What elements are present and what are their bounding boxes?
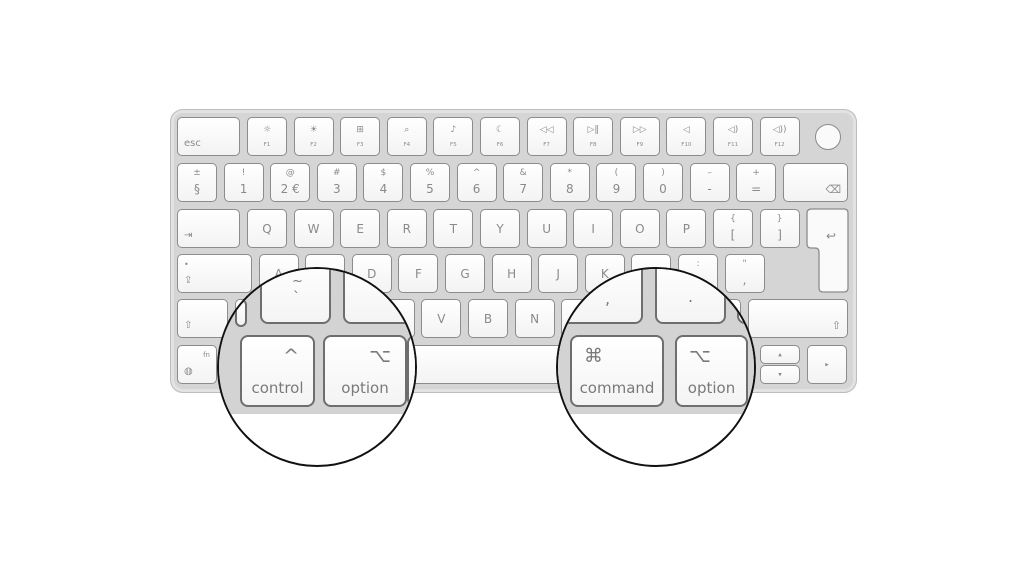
key-bottom-label: ` (293, 290, 300, 306)
magnifier-right: , . ⌘ command ⌥ option (556, 267, 756, 467)
option-label: option (341, 379, 389, 397)
control-key[interactable]: ^ control (240, 335, 315, 407)
command-key[interactable]: ⌘ command (570, 335, 664, 407)
option-label: option (687, 379, 736, 397)
return-icon: ↩ (826, 229, 837, 243)
z-key-partial[interactable] (343, 269, 415, 324)
control-label: control (251, 379, 304, 397)
key-top-label: ~ (292, 274, 303, 289)
comma-key[interactable]: , (558, 269, 643, 324)
option-symbol: ⌥ (369, 345, 391, 367)
period-key[interactable]: . (655, 269, 726, 324)
option-symbol: ⌥ (689, 345, 711, 367)
backtick-key[interactable]: ~ ` (260, 269, 331, 324)
control-symbol: ^ (283, 345, 299, 367)
option-key[interactable]: ⌥ option (323, 335, 407, 407)
key-label: . (688, 287, 694, 306)
option-key[interactable]: ⌥ option (675, 335, 748, 407)
magnifier-left: ~ ` ^ control ⌥ option (217, 267, 417, 467)
return-key[interactable] (0, 0, 1024, 576)
key-label: , (605, 289, 611, 308)
command-label: command (579, 379, 655, 397)
command-symbol: ⌘ (584, 345, 603, 367)
partial-key (235, 299, 247, 327)
right-shift-partial[interactable] (737, 299, 754, 324)
